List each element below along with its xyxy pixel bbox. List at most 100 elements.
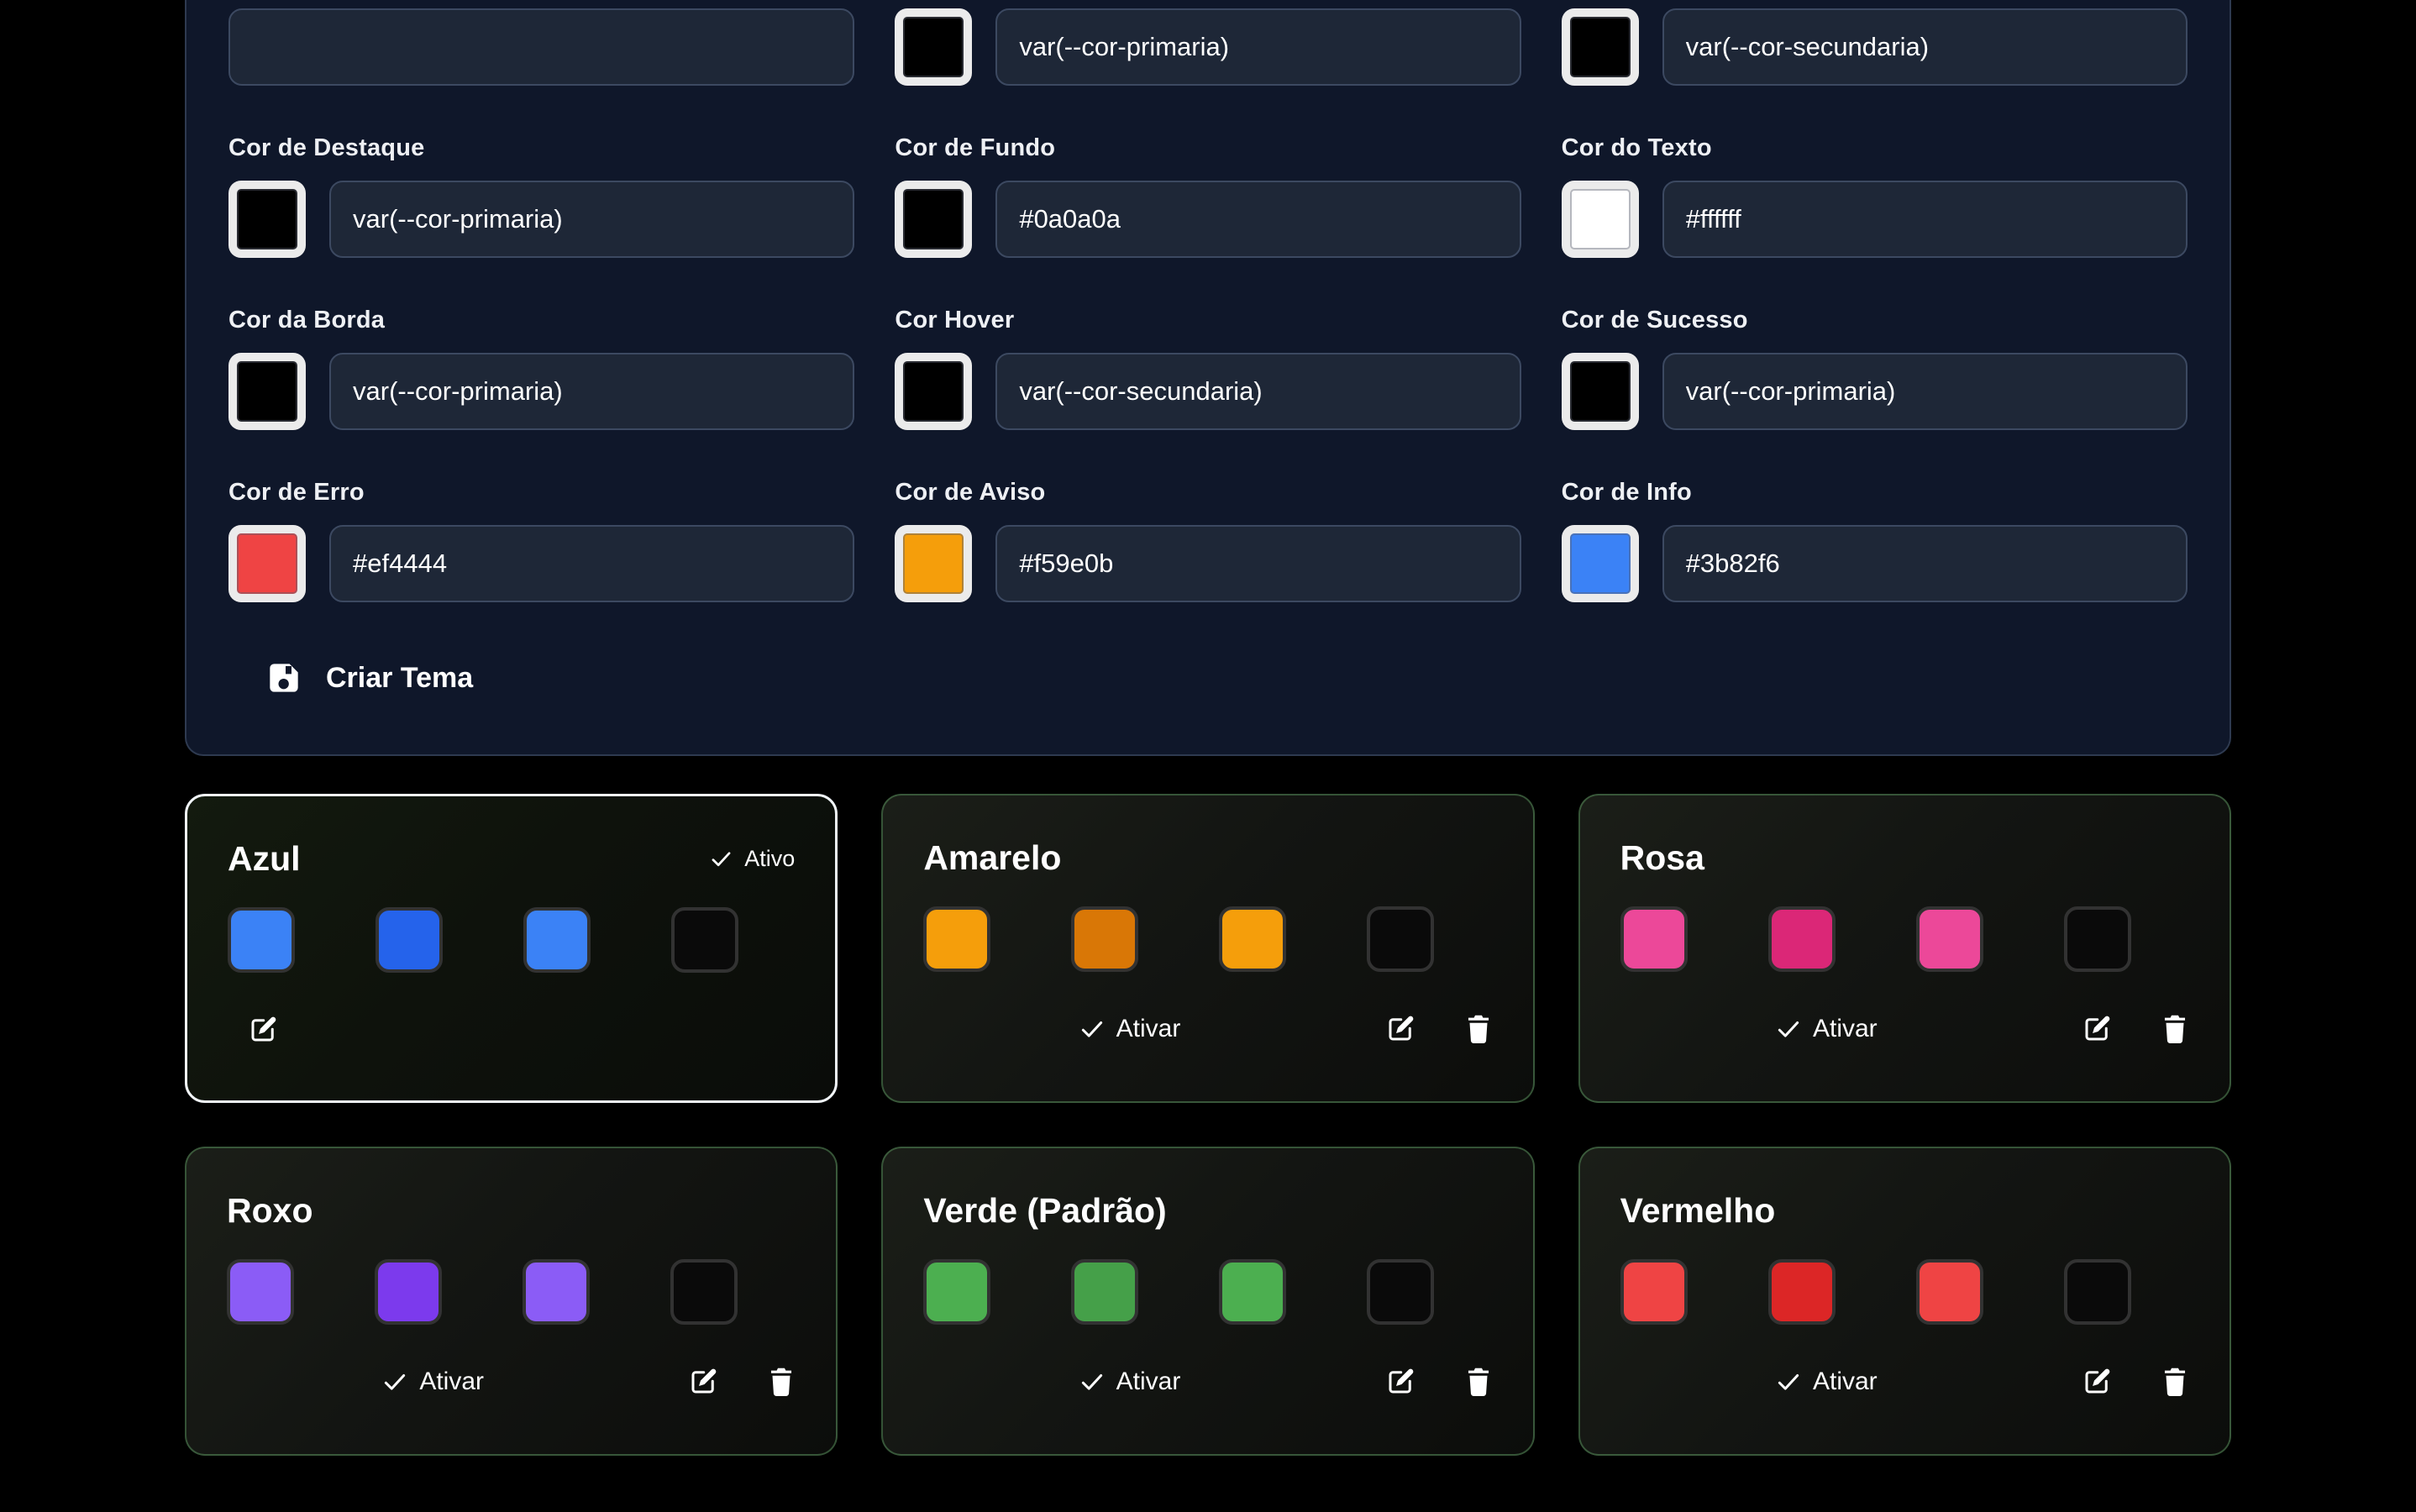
- theme-swatch: [2064, 1259, 2131, 1325]
- field-label: Cor da Borda: [228, 307, 854, 334]
- check-icon: [382, 1369, 407, 1394]
- color-value-input[interactable]: [1662, 8, 2188, 86]
- color-value-input[interactable]: [995, 8, 1521, 86]
- theme-card-roxo: Roxo Ativar: [185, 1147, 838, 1456]
- theme-card-rosa: Rosa Ativar: [1578, 794, 2231, 1103]
- edit-theme-button[interactable]: [2082, 1367, 2112, 1397]
- activate-theme-button[interactable]: Ativar: [227, 1368, 639, 1396]
- swatch-color: [1570, 533, 1631, 594]
- theme-swatch: [1071, 1259, 1138, 1325]
- color-value-input[interactable]: [1662, 181, 2188, 258]
- edit-icon: [2082, 1367, 2112, 1397]
- color-picker-swatch[interactable]: [895, 525, 972, 602]
- theme-swatch: [1768, 906, 1836, 972]
- field-label: Cor Hover: [895, 307, 1521, 334]
- swatch-color: [1570, 189, 1631, 249]
- activate-label: Ativar: [1813, 1015, 1878, 1043]
- color-field: [228, 8, 854, 86]
- theme-name: Rosa: [1620, 838, 1704, 878]
- color-field: Cor de Sucesso: [1562, 307, 2188, 430]
- color-value-input[interactable]: [329, 353, 854, 430]
- swatch-color: [237, 533, 297, 594]
- create-theme-label: Criar Tema: [326, 662, 473, 695]
- empty-text-input[interactable]: [228, 8, 854, 86]
- color-field: Cor da Borda: [228, 307, 854, 430]
- color-picker-swatch[interactable]: [1562, 8, 1639, 86]
- theme-swatch: [375, 1259, 442, 1325]
- theme-swatch: [1620, 1259, 1688, 1325]
- edit-icon: [2082, 1014, 2112, 1044]
- delete-theme-button[interactable]: [1464, 1013, 1493, 1045]
- theme-swatch: [1916, 1259, 1983, 1325]
- theme-swatch: [1071, 906, 1138, 972]
- theme-swatch: [671, 907, 738, 973]
- edit-theme-button[interactable]: [2082, 1014, 2112, 1044]
- theme-swatch: [376, 907, 443, 973]
- color-picker-swatch[interactable]: [895, 8, 972, 86]
- color-value-input[interactable]: [995, 353, 1521, 430]
- color-picker-swatch[interactable]: [228, 525, 306, 602]
- color-field: Cor de Erro: [228, 479, 854, 602]
- theme-swatch: [1620, 906, 1688, 972]
- theme-name: Amarelo: [923, 838, 1061, 878]
- activate-theme-button[interactable]: Ativar: [1620, 1015, 2033, 1043]
- color-picker-swatch[interactable]: [228, 353, 306, 430]
- theme-swatch: [1367, 1259, 1434, 1325]
- save-icon: [267, 661, 301, 695]
- theme-swatch: [923, 1259, 990, 1325]
- theme-swatch: [1219, 906, 1286, 972]
- theme-card-verde-padrao: Verde (Padrão) Ativar: [881, 1147, 1534, 1456]
- edit-theme-button[interactable]: [1385, 1367, 1415, 1397]
- edit-theme-button[interactable]: [688, 1367, 718, 1397]
- field-label: Cor de Info: [1562, 479, 2188, 507]
- theme-name: Azul: [228, 839, 301, 879]
- color-field: Cor do Texto: [1562, 134, 2188, 258]
- edit-icon: [1385, 1367, 1415, 1397]
- theme-swatch: [1367, 906, 1434, 972]
- swatch-color: [237, 361, 297, 422]
- activate-theme-button[interactable]: Ativar: [923, 1015, 1336, 1043]
- color-picker-swatch[interactable]: [895, 353, 972, 430]
- activate-theme-button[interactable]: Ativar: [923, 1368, 1336, 1396]
- color-picker-swatch[interactable]: [895, 181, 972, 258]
- create-theme-button[interactable]: Criar Tema: [267, 661, 473, 695]
- delete-theme-button[interactable]: [1464, 1366, 1493, 1398]
- theme-card-amarelo: Amarelo Ativar: [881, 794, 1534, 1103]
- delete-theme-button[interactable]: [2161, 1013, 2189, 1045]
- color-value-input[interactable]: [1662, 525, 2188, 602]
- color-picker-swatch[interactable]: [1562, 525, 1639, 602]
- theme-name: Roxo: [227, 1191, 313, 1231]
- theme-swatches: [923, 906, 1492, 972]
- color-value-input[interactable]: [995, 525, 1521, 602]
- color-picker-swatch[interactable]: [1562, 181, 1639, 258]
- theme-name: Verde (Padrão): [923, 1191, 1166, 1231]
- activate-theme-button[interactable]: Ativar: [1620, 1368, 2033, 1396]
- edit-icon: [688, 1367, 718, 1397]
- color-field: Cor Hover: [895, 307, 1521, 430]
- theme-swatch: [1219, 1259, 1286, 1325]
- color-value-input[interactable]: [1662, 353, 2188, 430]
- theme-swatch: [523, 1259, 590, 1325]
- activate-label: Ativar: [1116, 1368, 1181, 1396]
- color-field: Cor de Destaque: [228, 134, 854, 258]
- color-value-input[interactable]: [329, 525, 854, 602]
- theme-card-azul: Azul Ativo: [185, 794, 838, 1103]
- delete-theme-button[interactable]: [767, 1366, 796, 1398]
- edit-icon: [248, 1015, 278, 1045]
- activate-label: Ativar: [1813, 1368, 1878, 1396]
- check-icon: [1079, 1016, 1105, 1042]
- color-value-input[interactable]: [329, 181, 854, 258]
- theme-editor-panel: Cor de Destaque Cor de Fundo Cor do Text…: [185, 0, 2231, 756]
- color-picker-swatch[interactable]: [1562, 353, 1639, 430]
- color-value-input[interactable]: [995, 181, 1521, 258]
- edit-theme-button[interactable]: [1385, 1014, 1415, 1044]
- edit-theme-button[interactable]: [248, 1015, 278, 1045]
- delete-theme-button[interactable]: [2161, 1366, 2189, 1398]
- check-icon: [710, 848, 733, 870]
- theme-swatches: [923, 1259, 1492, 1325]
- theme-swatch: [1916, 906, 1983, 972]
- color-picker-swatch[interactable]: [228, 181, 306, 258]
- theme-swatch: [670, 1259, 738, 1325]
- theme-swatch: [227, 1259, 294, 1325]
- trash-icon: [1464, 1366, 1493, 1398]
